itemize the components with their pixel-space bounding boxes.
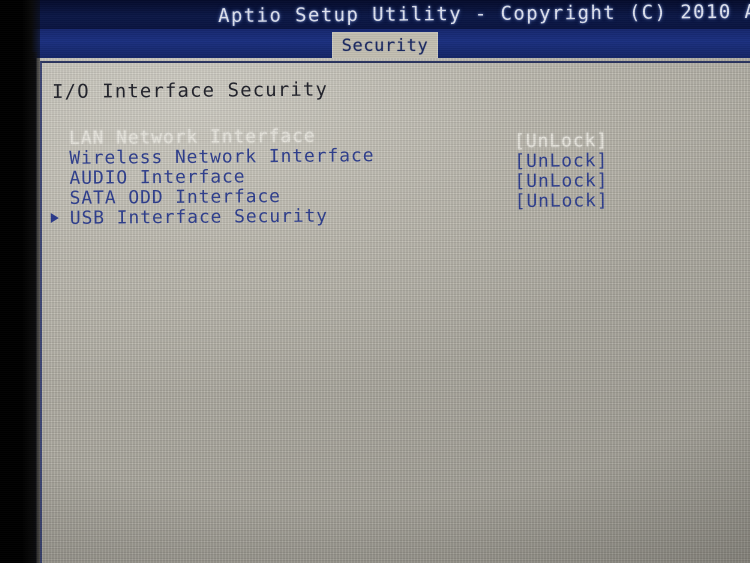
title-bar: Aptio Setup Utility - Copyright (C) 2010… xyxy=(0,0,750,30)
setting-label-audio-interface: AUDIO Interface xyxy=(69,166,246,189)
content-panel: I/O Interface Security LAN Network Inter… xyxy=(36,58,750,563)
bios-setup-screen: Aptio Setup Utility - Copyright (C) 2010… xyxy=(0,0,750,563)
tab-security[interactable]: Security xyxy=(332,32,438,59)
menu-tab-bar[interactable]: Security xyxy=(0,29,750,59)
application-title: Aptio Setup Utility - Copyright (C) 2010… xyxy=(218,0,750,27)
settings-list: LAN Network Interface [UnLock] Wireless … xyxy=(50,123,653,229)
tab-security-label: Security xyxy=(341,36,429,56)
setting-label-usb-interface-security: USB Interface Security xyxy=(69,205,329,229)
list-item[interactable]: USB Interface Security xyxy=(50,203,653,229)
submenu-arrow-icon xyxy=(50,212,59,224)
photo-left-vignette xyxy=(0,0,40,563)
page-title: I/O Interface Security xyxy=(52,78,329,103)
